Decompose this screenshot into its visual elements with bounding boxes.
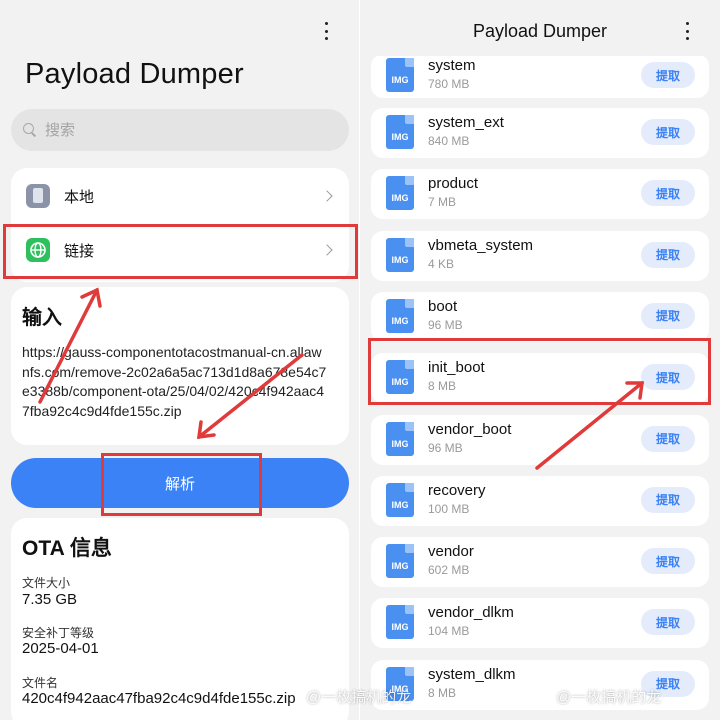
file-name: recovery [428,481,486,499]
file-size: 602 MB [428,563,470,578]
file-name: system [428,57,476,74]
file-size: 8 MB [428,685,457,700]
file-image-icon: IMG [386,115,414,149]
file-image-icon: IMG [386,544,414,579]
file-type-label: IMG [391,254,409,265]
input-card: 输入 https://gauss-componentotacostmanual-… [11,287,349,445]
file-item-product[interactable]: IMG product 7 MB 提取 [371,169,709,220]
file-size: 780 MB [428,77,470,91]
extract-button[interactable]: 提取 [641,241,695,268]
file-item-vendor[interactable]: IMG vendor 602 MB 提取 [371,537,709,588]
extract-button[interactable]: 提取 [641,62,695,88]
source-item-local[interactable]: 本地 [11,168,349,224]
file-name: vendor [428,543,474,561]
file-type-label: IMG [391,132,409,142]
file-image-icon: IMG [386,58,414,92]
input-title: 输入 [22,307,62,329]
extract-button[interactable]: 提取 [641,486,695,513]
file-image-icon: IMG [386,421,414,456]
file-size: 840 MB [428,134,470,148]
file-image-icon: IMG [386,482,414,517]
extract-button[interactable]: 提取 [641,609,695,636]
file-name: product [428,175,479,193]
file-item-vendor-dlkm[interactable]: IMG vendor_dlkm 104 MB 提取 [371,598,709,649]
file-size: 96 MB [428,317,463,332]
file-image-icon: IMG [386,298,414,333]
search-input[interactable] [45,121,305,139]
left-screen: Payload Dumper 本地 链接 输入 https://gauss-co… [0,0,360,720]
file-item-vendor-boot[interactable]: IMG vendor_boot 96 MB 提取 [371,414,709,465]
page-title: Payload Dumper [25,58,244,90]
phone-icon [26,184,50,208]
header: Payload Dumper [360,0,720,56]
file-size-value: 7.35 GB [22,591,78,608]
ota-title: OTA 信息 [22,537,112,560]
file-name: vendor_dlkm [428,604,514,622]
highlight-link-option [3,224,358,279]
chevron-right-icon [321,190,333,202]
url-input[interactable]: https://gauss-componentotacostmanual-cn.… [22,343,327,421]
file-item-boot[interactable]: IMG boot 96 MB 提取 [371,291,709,342]
file-type-label: IMG [391,622,409,633]
extract-button[interactable]: 提取 [641,548,695,575]
file-size: 96 MB [428,440,463,455]
file-item-system[interactable]: IMG system 780 MB 提取 [371,54,709,98]
source-label: 本地 [64,188,95,206]
file-image-icon: IMG [386,237,414,272]
file-type-label: IMG [391,561,409,572]
file-size: 7 MB [428,195,457,210]
file-image-icon: IMG [386,176,414,211]
file-name: system_ext [428,114,504,131]
file-type-label: IMG [391,75,409,85]
file-item-system-ext[interactable]: IMG system_ext 840 MB 提取 [371,108,709,158]
file-size: 104 MB [428,624,470,639]
file-type-label: IMG [391,315,409,326]
file-size: 4 KB [428,256,455,271]
watermark: @一枚搞机的龙 [306,689,412,706]
extract-button[interactable]: 提取 [641,180,695,207]
file-item-vbmeta-system[interactable]: IMG vbmeta_system 4 KB 提取 [371,230,709,281]
search-icon [23,123,37,137]
highlight-init-boot [368,338,711,405]
more-options-icon[interactable] [681,20,693,42]
file-name-label: 文件名 [22,676,59,690]
file-type-label: IMG [391,193,409,204]
file-size-label: 文件大小 [22,576,71,590]
extract-button[interactable]: 提取 [641,302,695,329]
more-options-icon[interactable] [320,20,332,42]
page-title: Payload Dumper [472,21,608,41]
file-name: system_dlkm [428,665,516,683]
watermark: @一枚搞机的龙 [556,689,662,706]
file-image-icon: IMG [386,605,414,640]
security-patch-label: 安全补丁等级 [22,626,95,640]
file-type-label: IMG [391,499,409,510]
ota-info-card: OTA 信息 文件大小 7.35 GB 安全补丁等级 2025-04-01 文件… [11,518,349,720]
file-name: boot [428,297,458,315]
extract-button[interactable]: 提取 [641,425,695,452]
file-size: 100 MB [428,501,470,516]
file-item-recovery[interactable]: IMG recovery 100 MB 提取 [371,475,709,526]
search-bar[interactable] [11,109,349,151]
highlight-parse-button [101,453,262,516]
file-name-value: 420c4f942aac47fba92c4c9d4fde155c.zip [22,690,296,707]
file-name: vbmeta_system [428,236,534,254]
security-patch-value: 2025-04-01 [22,640,99,657]
file-name: vendor_boot [428,420,512,438]
extract-button[interactable]: 提取 [641,119,695,145]
file-type-label: IMG [391,438,409,449]
